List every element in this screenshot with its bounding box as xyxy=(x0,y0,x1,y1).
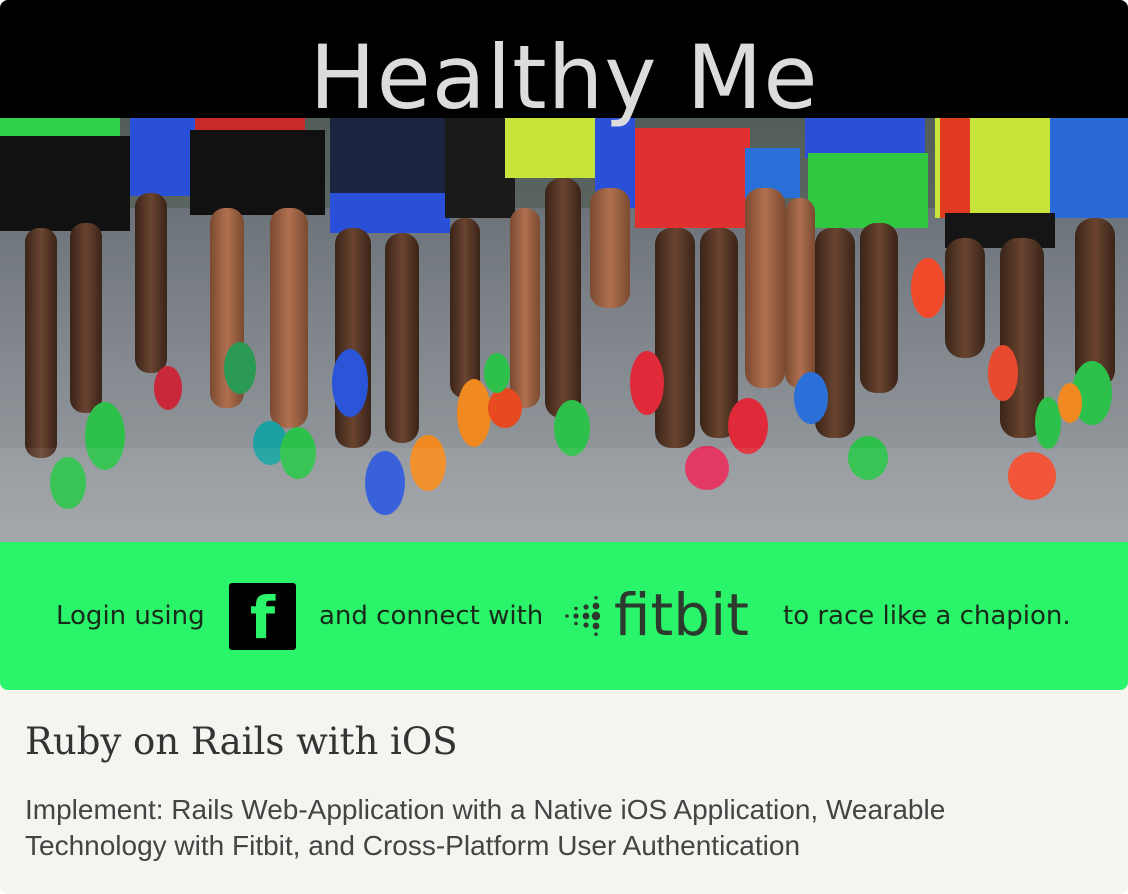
fitbit-logo-icon xyxy=(565,596,601,636)
connect-middle-text: and connect with xyxy=(319,601,544,631)
login-prefix-text: Login using xyxy=(56,601,205,631)
fitbit-wordmark: fitbit xyxy=(614,581,749,649)
app-title: Healthy Me xyxy=(309,26,819,129)
project-description: Implement: Rails Web-Application with a … xyxy=(25,794,946,861)
facebook-login-button[interactable]: f xyxy=(229,583,296,652)
project-title: Ruby on Rails with iOS xyxy=(25,720,458,763)
project-card: Healthy Me Login using f and connect wit… xyxy=(0,0,1128,894)
project-info: Ruby on Rails with iOS Implement: Rails … xyxy=(0,690,1128,894)
hero-image xyxy=(0,118,1128,542)
facebook-icon: f xyxy=(249,584,276,652)
runners-illustration xyxy=(0,118,1128,542)
race-suffix-text: to race like a chapion. xyxy=(783,601,1071,631)
fitbit-connect-button[interactable]: fitbit xyxy=(562,582,767,650)
login-connect-banner: Login using f and connect with fitbit to… xyxy=(0,542,1128,690)
